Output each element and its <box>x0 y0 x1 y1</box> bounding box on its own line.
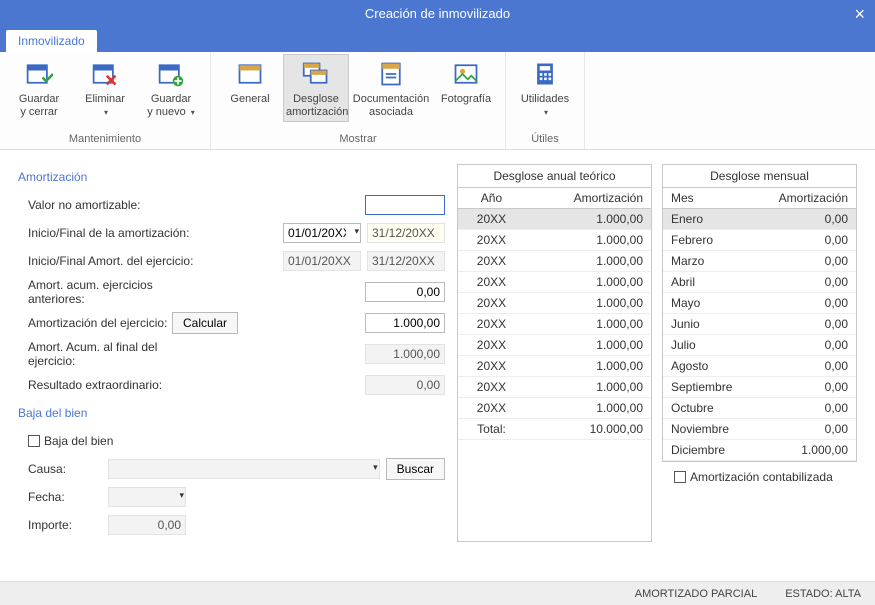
windows-stack-icon <box>286 57 346 91</box>
inicio-ej-input <box>283 251 361 271</box>
save-new-button[interactable]: Guardar y nuevo ▾ <box>138 54 204 122</box>
document-icon <box>352 57 430 91</box>
table-row[interactable]: Octubre0,00 <box>663 398 856 419</box>
table-row[interactable]: 20XX1.000,00 <box>458 209 651 230</box>
section-baja: Baja del bien <box>18 406 445 420</box>
calculator-icon <box>515 57 575 91</box>
label-inicio-final: Inicio/Final de la amortización: <box>18 226 198 240</box>
utilidades-button[interactable]: Utilidades▾ <box>512 54 578 122</box>
table-row[interactable]: 20XX1.000,00 <box>458 272 651 293</box>
amort-contabilizada-label: Amortización contabilizada <box>690 470 833 484</box>
table-row[interactable]: Junio0,00 <box>663 314 856 335</box>
table-row[interactable]: Julio0,00 <box>663 335 856 356</box>
table-row[interactable]: Mayo0,00 <box>663 293 856 314</box>
label-fecha: Fecha: <box>18 490 108 504</box>
annual-col-amort[interactable]: Amortización <box>525 188 651 209</box>
label-causa: Causa: <box>18 462 108 476</box>
window-title: Creación de inmovilizado <box>365 6 510 21</box>
fotografia-button[interactable]: Fotografía <box>433 54 499 122</box>
photo-icon <box>436 57 496 91</box>
table-row[interactable]: 20XX1.000,00 <box>458 398 651 419</box>
ribbon-group-mantenimiento: Guardar y cerrar Eliminar▾ Guardar y nue… <box>0 52 211 149</box>
acum-fin-input <box>365 344 445 364</box>
monthly-col-month[interactable]: Mes <box>663 188 755 209</box>
final-amort-input[interactable] <box>367 223 445 243</box>
final-ej-input <box>367 251 445 271</box>
importe-input <box>108 515 186 535</box>
ribbon: Guardar y cerrar Eliminar▾ Guardar y nue… <box>0 52 875 150</box>
table-row[interactable]: Marzo0,00 <box>663 251 856 272</box>
calendar-save-icon <box>9 57 69 91</box>
ribbon-group-utiles: Utilidades▾ Útiles <box>506 52 585 149</box>
table-row[interactable]: 20XX1.000,00 <box>458 335 651 356</box>
chevron-down-icon: ▾ <box>191 106 195 119</box>
label-valor-no: Valor no amortizable: <box>18 198 198 212</box>
status-amortizado: AMORTIZADO PARCIAL <box>635 588 757 600</box>
inicio-amort-input[interactable] <box>283 223 361 243</box>
chevron-down-icon: ▾ <box>544 106 548 119</box>
annual-table-title: Desglose anual teórico <box>458 165 651 188</box>
title-bar: Creación de inmovilizado × <box>0 0 875 28</box>
amort-contabilizada-checkbox[interactable]: Amortización contabilizada <box>664 470 833 484</box>
table-row[interactable]: Septiembre0,00 <box>663 377 856 398</box>
causa-select <box>108 459 380 479</box>
monthly-col-amort[interactable]: Amortización <box>755 188 856 209</box>
calendar-delete-icon <box>75 57 135 91</box>
window-icon <box>220 57 280 91</box>
table-row[interactable]: Enero0,00 <box>663 209 856 230</box>
status-bar: AMORTIZADO PARCIAL ESTADO: ALTA <box>0 581 875 605</box>
annual-total-row: Total:10.000,00 <box>458 419 651 440</box>
label-importe: Importe: <box>18 518 108 532</box>
save-close-button[interactable]: Guardar y cerrar <box>6 54 72 122</box>
tab-bar: Inmovilizado <box>0 28 875 52</box>
desglose-button[interactable]: Desglose amortización <box>283 54 349 122</box>
fecha-input <box>108 487 186 507</box>
amort-ej-input[interactable] <box>365 313 445 333</box>
buscar-button[interactable]: Buscar <box>386 458 445 480</box>
table-row[interactable]: 20XX1.000,00 <box>458 314 651 335</box>
documentacion-button[interactable]: Documentación asociada <box>349 54 433 122</box>
tab-inmovilizado[interactable]: Inmovilizado <box>6 30 97 52</box>
delete-button[interactable]: Eliminar▾ <box>72 54 138 122</box>
label-resultado: Resultado extraordinario: <box>18 378 198 392</box>
table-row[interactable]: Agosto0,00 <box>663 356 856 377</box>
table-row[interactable]: 20XX1.000,00 <box>458 230 651 251</box>
monthly-table: Desglose mensual Mes Amortización Enero0… <box>662 164 857 462</box>
baja-checkbox[interactable]: Baja del bien <box>18 434 113 448</box>
calendar-new-icon <box>141 57 201 91</box>
label-acum-fin: Amort. Acum. al final del ejercicio: <box>18 340 198 368</box>
ribbon-group-mostrar: General Desglose amortización Documentac… <box>211 52 506 149</box>
chevron-down-icon: ▾ <box>104 106 108 119</box>
table-row[interactable]: 20XX1.000,00 <box>458 356 651 377</box>
calcular-button[interactable]: Calcular <box>172 312 238 334</box>
section-amortizacion: Amortización <box>18 170 445 184</box>
table-row[interactable]: Diciembre1.000,00 <box>663 440 856 461</box>
resultado-input <box>365 375 445 395</box>
general-button[interactable]: General <box>217 54 283 122</box>
label-amort-ej: Amortización del ejercicio: <box>18 316 168 330</box>
table-row[interactable]: Noviembre0,00 <box>663 419 856 440</box>
acum-ant-input[interactable] <box>365 282 445 302</box>
table-row[interactable]: 20XX1.000,00 <box>458 293 651 314</box>
valor-no-input[interactable] <box>365 195 445 215</box>
annual-table: Desglose anual teórico Año Amortización … <box>457 164 652 542</box>
table-row[interactable]: Abril0,00 <box>663 272 856 293</box>
annual-col-year[interactable]: Año <box>458 188 525 209</box>
label-inicio-final-ej: Inicio/Final Amort. del ejercicio: <box>18 254 198 268</box>
close-icon[interactable]: × <box>854 0 865 28</box>
monthly-table-title: Desglose mensual <box>663 165 856 188</box>
status-estado: ESTADO: ALTA <box>785 588 861 600</box>
table-row[interactable]: Febrero0,00 <box>663 230 856 251</box>
table-row[interactable]: 20XX1.000,00 <box>458 377 651 398</box>
baja-checkbox-label: Baja del bien <box>44 434 113 448</box>
table-row[interactable]: 20XX1.000,00 <box>458 251 651 272</box>
label-acum-ant: Amort. acum. ejercicios anteriores: <box>18 278 198 306</box>
